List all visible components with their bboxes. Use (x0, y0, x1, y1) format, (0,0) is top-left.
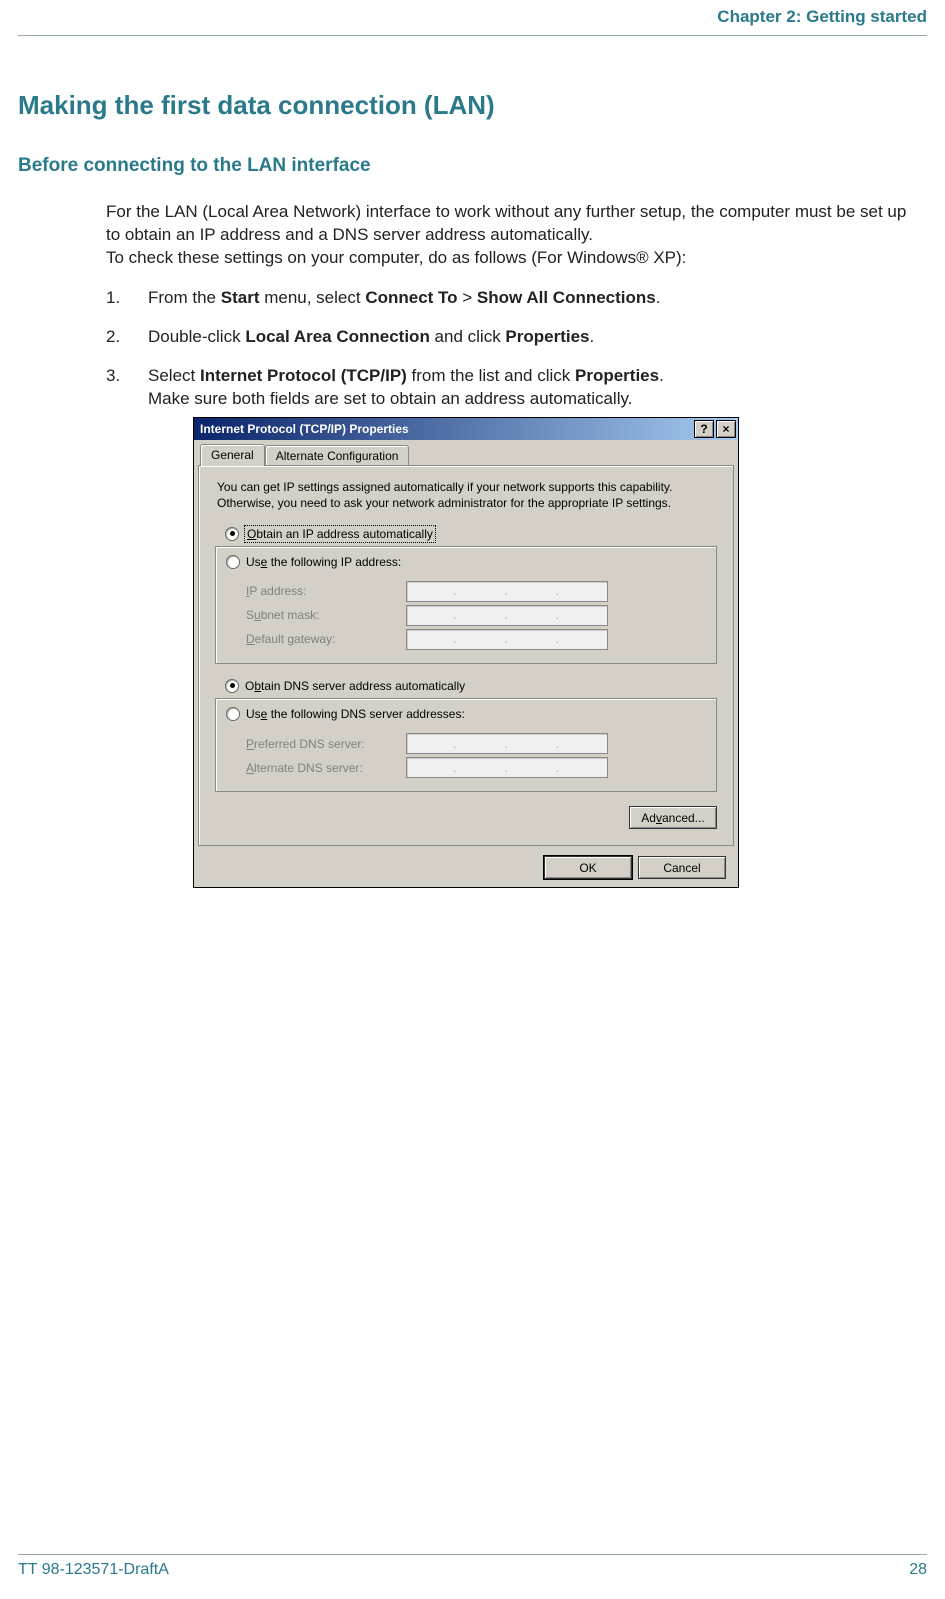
radio-icon (225, 679, 239, 693)
radio-obtain-ip-auto[interactable]: Obtain an IP address automatically (225, 526, 717, 542)
advanced-row: Advanced... (215, 806, 717, 829)
help-icon: ? (700, 423, 707, 435)
ip-address-label: IP address: (246, 583, 406, 599)
step-number: 3. (106, 365, 120, 388)
page-number: 28 (909, 1559, 927, 1581)
alternate-dns-input[interactable]: ... (406, 757, 608, 778)
radio-icon (226, 555, 240, 569)
step-text: From the Start menu, select Connect To >… (148, 288, 660, 307)
radio-label: Use the following DNS server addresses: (246, 706, 465, 722)
alternate-dns-row: Alternate DNS server: ... (246, 757, 704, 778)
radio-use-ip-manual[interactable]: Use the following IP address: (222, 554, 405, 570)
step-text: Select Internet Protocol (TCP/IP) from t… (148, 366, 664, 408)
steps-list: 1. From the Start menu, select Connect T… (106, 287, 923, 888)
body-content: For the LAN (Local Area Network) interfa… (106, 201, 923, 889)
radio-icon (226, 707, 240, 721)
advanced-button[interactable]: Advanced... (629, 806, 717, 829)
subnet-mask-input[interactable]: ... (406, 605, 608, 626)
subsection-title: Before connecting to the LAN interface (18, 153, 927, 179)
radio-label: Obtain an IP address automatically (245, 526, 435, 542)
dialog-footer: OK Cancel (198, 846, 734, 879)
intro-line-1: For the LAN (Local Area Network) interfa… (106, 202, 906, 244)
dialog-title: Internet Protocol (TCP/IP) Properties (200, 421, 692, 437)
dialog-body: General Alternate Configuration You can … (194, 440, 738, 887)
preferred-dns-row: Preferred DNS server: ... (246, 733, 704, 754)
close-icon: × (722, 423, 729, 435)
ok-button[interactable]: OK (544, 856, 632, 879)
doc-id: TT 98-123571-DraftA (18, 1559, 169, 1581)
intro-line-2: To check these settings on your computer… (106, 248, 686, 267)
subnet-mask-row: Subnet mask: ... (246, 605, 704, 626)
ip-manual-group: Use the following IP address: IP address… (215, 546, 717, 664)
default-gateway-row: Default gateway: ... (246, 629, 704, 650)
ip-address-input[interactable]: ... (406, 581, 608, 602)
default-gateway-input[interactable]: ... (406, 629, 608, 650)
radio-label: Use the following IP address: (246, 554, 401, 570)
step-3: 3. Select Internet Protocol (TCP/IP) fro… (106, 365, 923, 888)
tab-alternate-configuration[interactable]: Alternate Configuration (265, 445, 410, 466)
subnet-mask-label: Subnet mask: (246, 607, 406, 623)
tab-panel-general: You can get IP settings assigned automat… (198, 465, 734, 846)
intro-paragraph: For the LAN (Local Area Network) interfa… (106, 201, 923, 270)
chapter-label: Chapter 2: Getting started (717, 7, 927, 26)
preferred-dns-input[interactable]: ... (406, 733, 608, 754)
step-number: 2. (106, 326, 120, 349)
help-button[interactable]: ? (694, 420, 714, 438)
section-title: Making the first data connection (LAN) (18, 88, 927, 123)
tab-general[interactable]: General (200, 444, 265, 466)
preferred-dns-label: Preferred DNS server: (246, 736, 406, 752)
dns-manual-group: Use the following DNS server addresses: … (215, 698, 717, 792)
close-button[interactable]: × (716, 420, 736, 438)
step-2: 2. Double-click Local Area Connection an… (106, 326, 923, 349)
step-text: Double-click Local Area Connection and c… (148, 327, 594, 346)
step-1: 1. From the Start menu, select Connect T… (106, 287, 923, 310)
step-number: 1. (106, 287, 120, 310)
dialog-titlebar[interactable]: Internet Protocol (TCP/IP) Properties ? … (194, 418, 738, 440)
radio-use-dns-manual[interactable]: Use the following DNS server addresses: (222, 706, 469, 722)
radio-obtain-dns-auto[interactable]: Obtain DNS server address automatically (225, 678, 717, 694)
dialog-description: You can get IP settings assigned automat… (217, 480, 715, 511)
cancel-button[interactable]: Cancel (638, 856, 726, 879)
radio-label: Obtain DNS server address automatically (245, 678, 465, 694)
radio-icon (225, 527, 239, 541)
tcpip-properties-dialog: Internet Protocol (TCP/IP) Properties ? … (193, 417, 739, 888)
default-gateway-label: Default gateway: (246, 631, 406, 647)
tab-strip: General Alternate Configuration (198, 444, 734, 466)
chapter-header: Chapter 2: Getting started (18, 0, 927, 36)
ip-address-row: IP address: ... (246, 581, 704, 602)
alternate-dns-label: Alternate DNS server: (246, 760, 406, 776)
page-footer: TT 98-123571-DraftA 28 (18, 1554, 927, 1581)
